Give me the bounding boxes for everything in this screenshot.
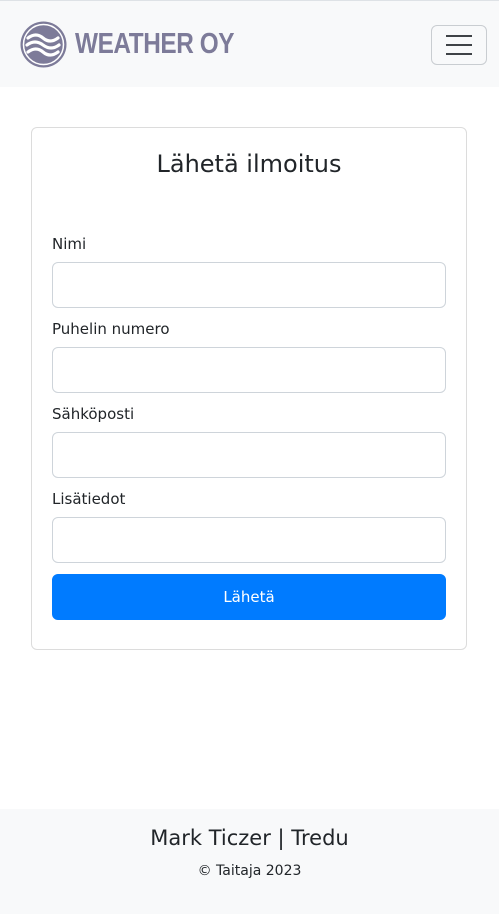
hamburger-menu-icon [446,44,472,46]
footer: Mark Ticzer | Tredu © Taitaja 2023 [0,809,499,914]
name-label: Nimi [52,235,87,253]
phone-label: Puhelin numero [52,320,170,338]
details-label: Lisätiedot [52,490,126,508]
wave-logo-icon [20,21,67,68]
email-input[interactable] [52,432,446,478]
phone-input[interactable] [52,347,446,393]
hamburger-menu-icon [446,53,472,55]
email-label: Sähköposti [52,405,135,423]
footer-title: Mark Ticzer | Tredu [150,826,349,850]
name-input[interactable] [52,262,446,308]
navbar: WEATHER OY [0,0,499,87]
brand-link[interactable]: WEATHER OY [19,20,264,69]
submit-button[interactable]: Lähetä [52,574,446,620]
menu-toggle-button[interactable] [431,25,487,65]
details-input[interactable] [52,517,446,563]
brand-name: WEATHER OY [75,28,235,60]
form-title: Lähetä ilmoitus [156,150,342,178]
hamburger-menu-icon [446,35,472,37]
report-form-card: Lähetä ilmoitus Nimi Puhelin numero Sähk… [31,127,467,650]
footer-copyright: © Taitaja 2023 [197,863,302,879]
